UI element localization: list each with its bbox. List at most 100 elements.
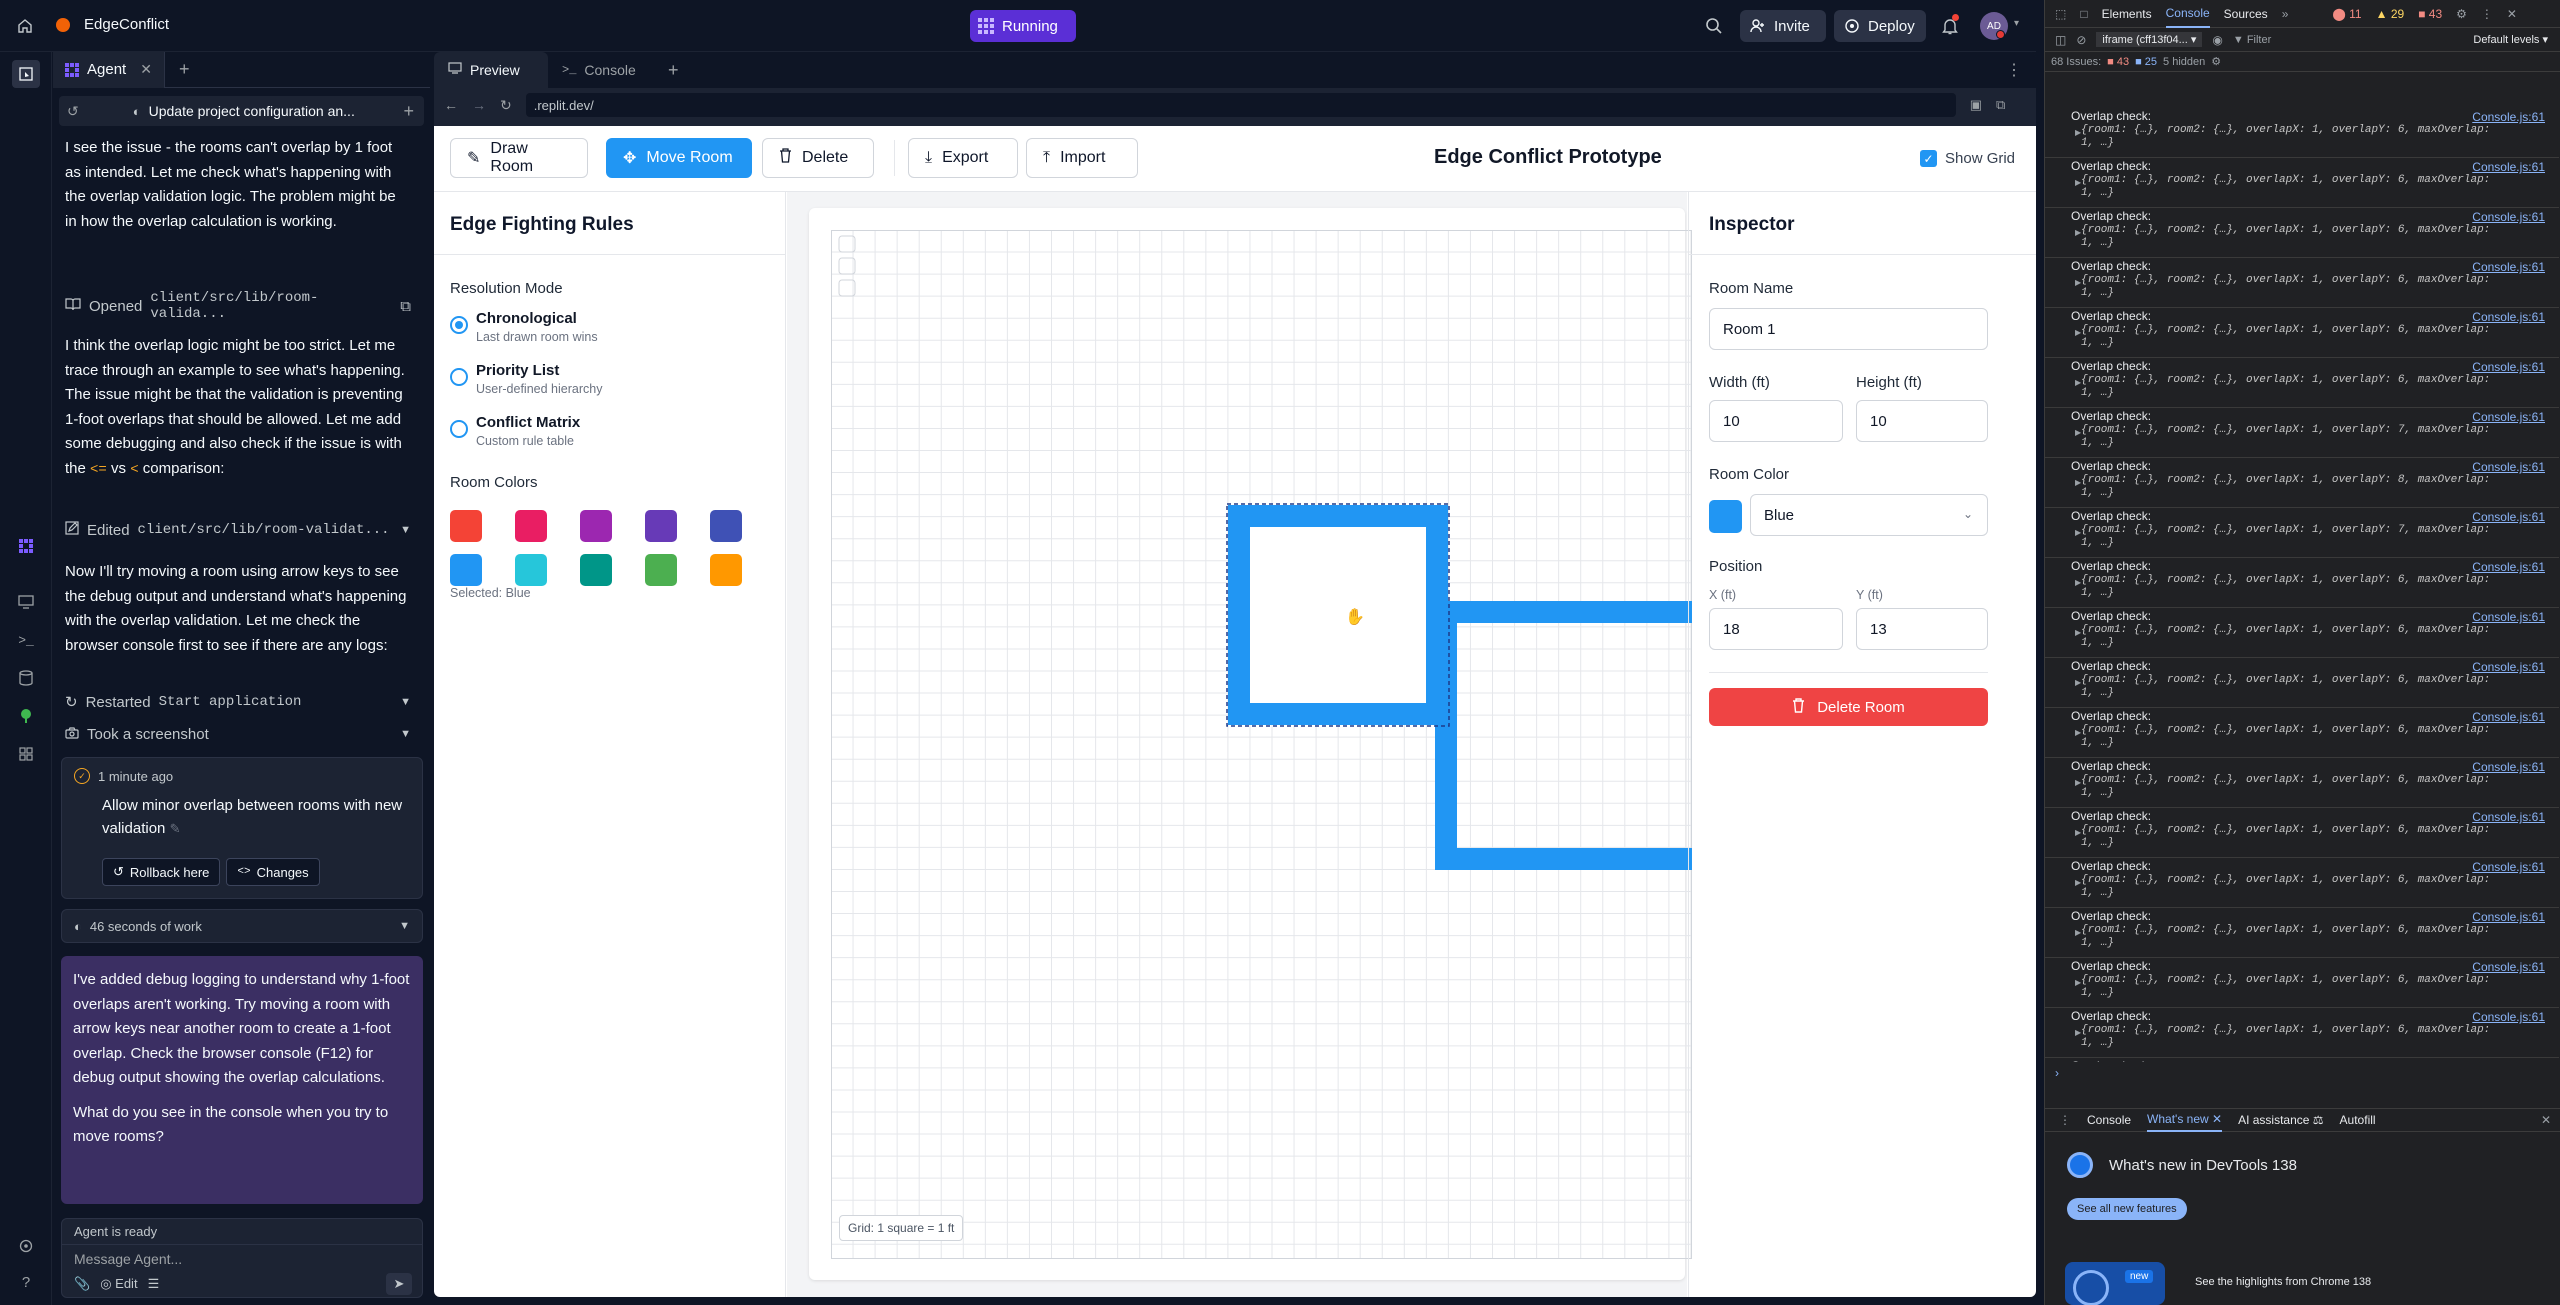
- width-input[interactable]: 10: [1709, 400, 1843, 442]
- radio-selected[interactable]: [450, 316, 468, 334]
- console-log-row[interactable]: Overlap check:Console.js:61▶{room1: {…},…: [2045, 808, 2559, 858]
- rollback-button[interactable]: ↺ Rollback here: [102, 858, 221, 886]
- color-swatch[interactable]: [450, 554, 482, 586]
- expand-triangle-icon[interactable]: ▶: [2075, 126, 2081, 140]
- mode-option-chronological[interactable]: Chronological Last drawn room wins: [450, 308, 770, 348]
- chevron-down-icon[interactable]: ▼: [400, 728, 411, 740]
- expand-triangle-icon[interactable]: ▶: [2075, 726, 2081, 740]
- log-source-link[interactable]: Console.js:61: [2472, 210, 2545, 225]
- history-icon[interactable]: ↺: [67, 103, 79, 120]
- expand-triangle-icon[interactable]: ▶: [2075, 826, 2081, 840]
- move-room-button[interactable]: ✥ Move Room: [606, 138, 752, 178]
- show-grid-checkbox[interactable]: ✓: [1920, 150, 1937, 167]
- y-position-input[interactable]: 13: [1856, 608, 1988, 650]
- tab-preview[interactable]: Preview: [434, 52, 548, 88]
- chevron-down-icon[interactable]: ▾: [2014, 18, 2019, 29]
- console-log-row[interactable]: Overlap check:Console.js:61▶{room1: {…},…: [2045, 758, 2559, 808]
- expand-triangle-icon[interactable]: ▶: [2075, 376, 2081, 390]
- radio-unselected[interactable]: [450, 420, 468, 438]
- inspect-icon[interactable]: ⬚: [2055, 7, 2066, 21]
- expand-triangle-icon[interactable]: ▶: [2075, 626, 2081, 640]
- log-source-link[interactable]: Console.js:61: [2472, 260, 2545, 275]
- console-log-row[interactable]: Overlap check:Console.js:61▶{room1: {…},…: [2045, 558, 2559, 608]
- more-vertical-icon[interactable]: ⋮: [2481, 7, 2493, 21]
- color-swatch[interactable]: [710, 510, 742, 542]
- more-vertical-icon[interactable]: ⋮: [2006, 60, 2022, 80]
- search-icon[interactable]: [1704, 16, 1724, 36]
- invite-button[interactable]: Invite: [1740, 10, 1826, 42]
- log-source-link[interactable]: Console.js:61: [2472, 660, 2545, 675]
- console-log-row[interactable]: Overlap check:Console.js:61▶{room1: {…},…: [2045, 958, 2559, 1008]
- opened-file-item[interactable]: Opened client/src/lib/room-valida... ⧉: [53, 290, 423, 322]
- device-toolbar-icon[interactable]: □: [2080, 7, 2087, 21]
- color-swatch[interactable]: [645, 510, 677, 542]
- settings-icon[interactable]: ⚙: [2456, 7, 2467, 21]
- deploy-button[interactable]: Deploy: [1834, 10, 1926, 42]
- drawer-tab-whats-new[interactable]: What's new ✕: [2147, 1108, 2223, 1132]
- log-source-link[interactable]: Console.js:61: [2472, 560, 2545, 575]
- send-button[interactable]: ➤: [386, 1273, 412, 1295]
- log-levels-select[interactable]: Default levels ▾: [2473, 33, 2548, 46]
- console-log-row[interactable]: Overlap check:Console.js:61▶{room1: {…},…: [2045, 658, 2559, 708]
- console-log-row[interactable]: Overlap check:Console.js:61▶{room1: {…},…: [2045, 858, 2559, 908]
- log-source-link[interactable]: Console.js:61: [2472, 410, 2545, 425]
- expand-triangle-icon[interactable]: ▶: [2075, 176, 2081, 190]
- warning-count[interactable]: ▲ 29: [2376, 7, 2405, 21]
- devtools-tab-console[interactable]: Console: [2165, 0, 2210, 28]
- context-select[interactable]: iframe (cff13f04... ▾: [2096, 32, 2203, 47]
- console-log-row[interactable]: Overlap check:Console.js:61▶{room1: {…},…: [2045, 358, 2559, 408]
- expand-triangle-icon[interactable]: ▶: [2075, 1026, 2081, 1040]
- color-swatch[interactable]: [710, 554, 742, 586]
- close-icon[interactable]: ✕: [2507, 7, 2517, 21]
- drawer-tab-ai[interactable]: AI assistance ⚖: [2238, 1113, 2323, 1127]
- run-status-button[interactable]: Running: [970, 10, 1076, 42]
- console-log-row[interactable]: Overlap check:Console.js:61▶{room1: {…},…: [2045, 108, 2559, 158]
- mode-option-priority[interactable]: Priority List User-defined hierarchy: [450, 360, 770, 400]
- expand-triangle-icon[interactable]: ▶: [2075, 426, 2081, 440]
- history-title[interactable]: Update project configuration an...: [149, 103, 355, 119]
- home-icon[interactable]: [16, 17, 34, 35]
- expand-triangle-icon[interactable]: ▶: [2075, 926, 2081, 940]
- highlights-thumbnail[interactable]: new: [2065, 1262, 2165, 1305]
- radio-unselected[interactable]: [450, 368, 468, 386]
- console-filter-input[interactable]: ▼ Filter: [2233, 34, 2373, 46]
- color-swatch[interactable]: [645, 554, 677, 586]
- console-log-row[interactable]: Overlap check:Console.js:61▶{room1: {…},…: [2045, 608, 2559, 658]
- work-summary[interactable]: ◐ 46 seconds of work ▼: [61, 909, 423, 943]
- new-chat-plus-icon[interactable]: +: [403, 101, 414, 122]
- edit-mode-toggle[interactable]: ◎ Edit: [100, 1276, 137, 1292]
- expand-triangle-icon[interactable]: ▶: [2075, 476, 2081, 490]
- attach-icon[interactable]: 📎: [74, 1276, 90, 1292]
- eye-icon[interactable]: ◉: [2212, 33, 2222, 47]
- drawer-tab-autofill[interactable]: Autofill: [2340, 1113, 2376, 1127]
- forward-arrow-icon[interactable]: →: [472, 97, 486, 113]
- color-swatch[interactable]: [580, 510, 612, 542]
- draw-room-button[interactable]: ✎ Draw Room: [450, 138, 588, 178]
- settings-icon[interactable]: ⚙: [2211, 55, 2221, 68]
- drawer-menu-icon[interactable]: ⋮: [2059, 1113, 2071, 1127]
- see-all-features-button[interactable]: See all new features: [2067, 1198, 2187, 1220]
- expand-triangle-icon[interactable]: ▶: [2075, 226, 2081, 240]
- log-source-link[interactable]: Console.js:61: [2472, 1010, 2545, 1025]
- log-source-link[interactable]: Console.js:61: [2472, 610, 2545, 625]
- log-source-link[interactable]: Console.js:61: [2472, 460, 2545, 475]
- import-button[interactable]: ⤒ Import: [1026, 138, 1138, 178]
- mode-option-matrix[interactable]: Conflict Matrix Custom rule table: [450, 412, 770, 452]
- log-source-link[interactable]: Console.js:61: [2472, 860, 2545, 875]
- preview-icon[interactable]: [12, 588, 40, 616]
- console-log-row[interactable]: Overlap check:Console.js:61▶{room1: {…},…: [2045, 708, 2559, 758]
- console-prompt-icon[interactable]: ›: [2055, 1066, 2059, 1080]
- tab-console[interactable]: >_ Console: [548, 52, 662, 88]
- expand-triangle-icon[interactable]: ▶: [2075, 776, 2081, 790]
- devtools-tab-elements[interactable]: Elements: [2102, 7, 2152, 21]
- agent-icon[interactable]: [12, 532, 40, 560]
- edited-file-item[interactable]: Edited client/src/lib/room-validat... ▼: [53, 516, 423, 544]
- info-count[interactable]: ■ 43: [2418, 7, 2442, 21]
- expand-triangle-icon[interactable]: ▶: [2075, 326, 2081, 340]
- url-input[interactable]: .replit.dev/: [525, 93, 1956, 117]
- refresh-icon[interactable]: ↻: [500, 97, 512, 114]
- sidebar-toggle-icon[interactable]: ◫: [2055, 33, 2066, 47]
- secrets-icon[interactable]: [12, 702, 40, 730]
- console-log-row[interactable]: Overlap check:Console.js:61▶{room1: {…},…: [2045, 208, 2559, 258]
- expand-triangle-icon[interactable]: ▶: [2075, 876, 2081, 890]
